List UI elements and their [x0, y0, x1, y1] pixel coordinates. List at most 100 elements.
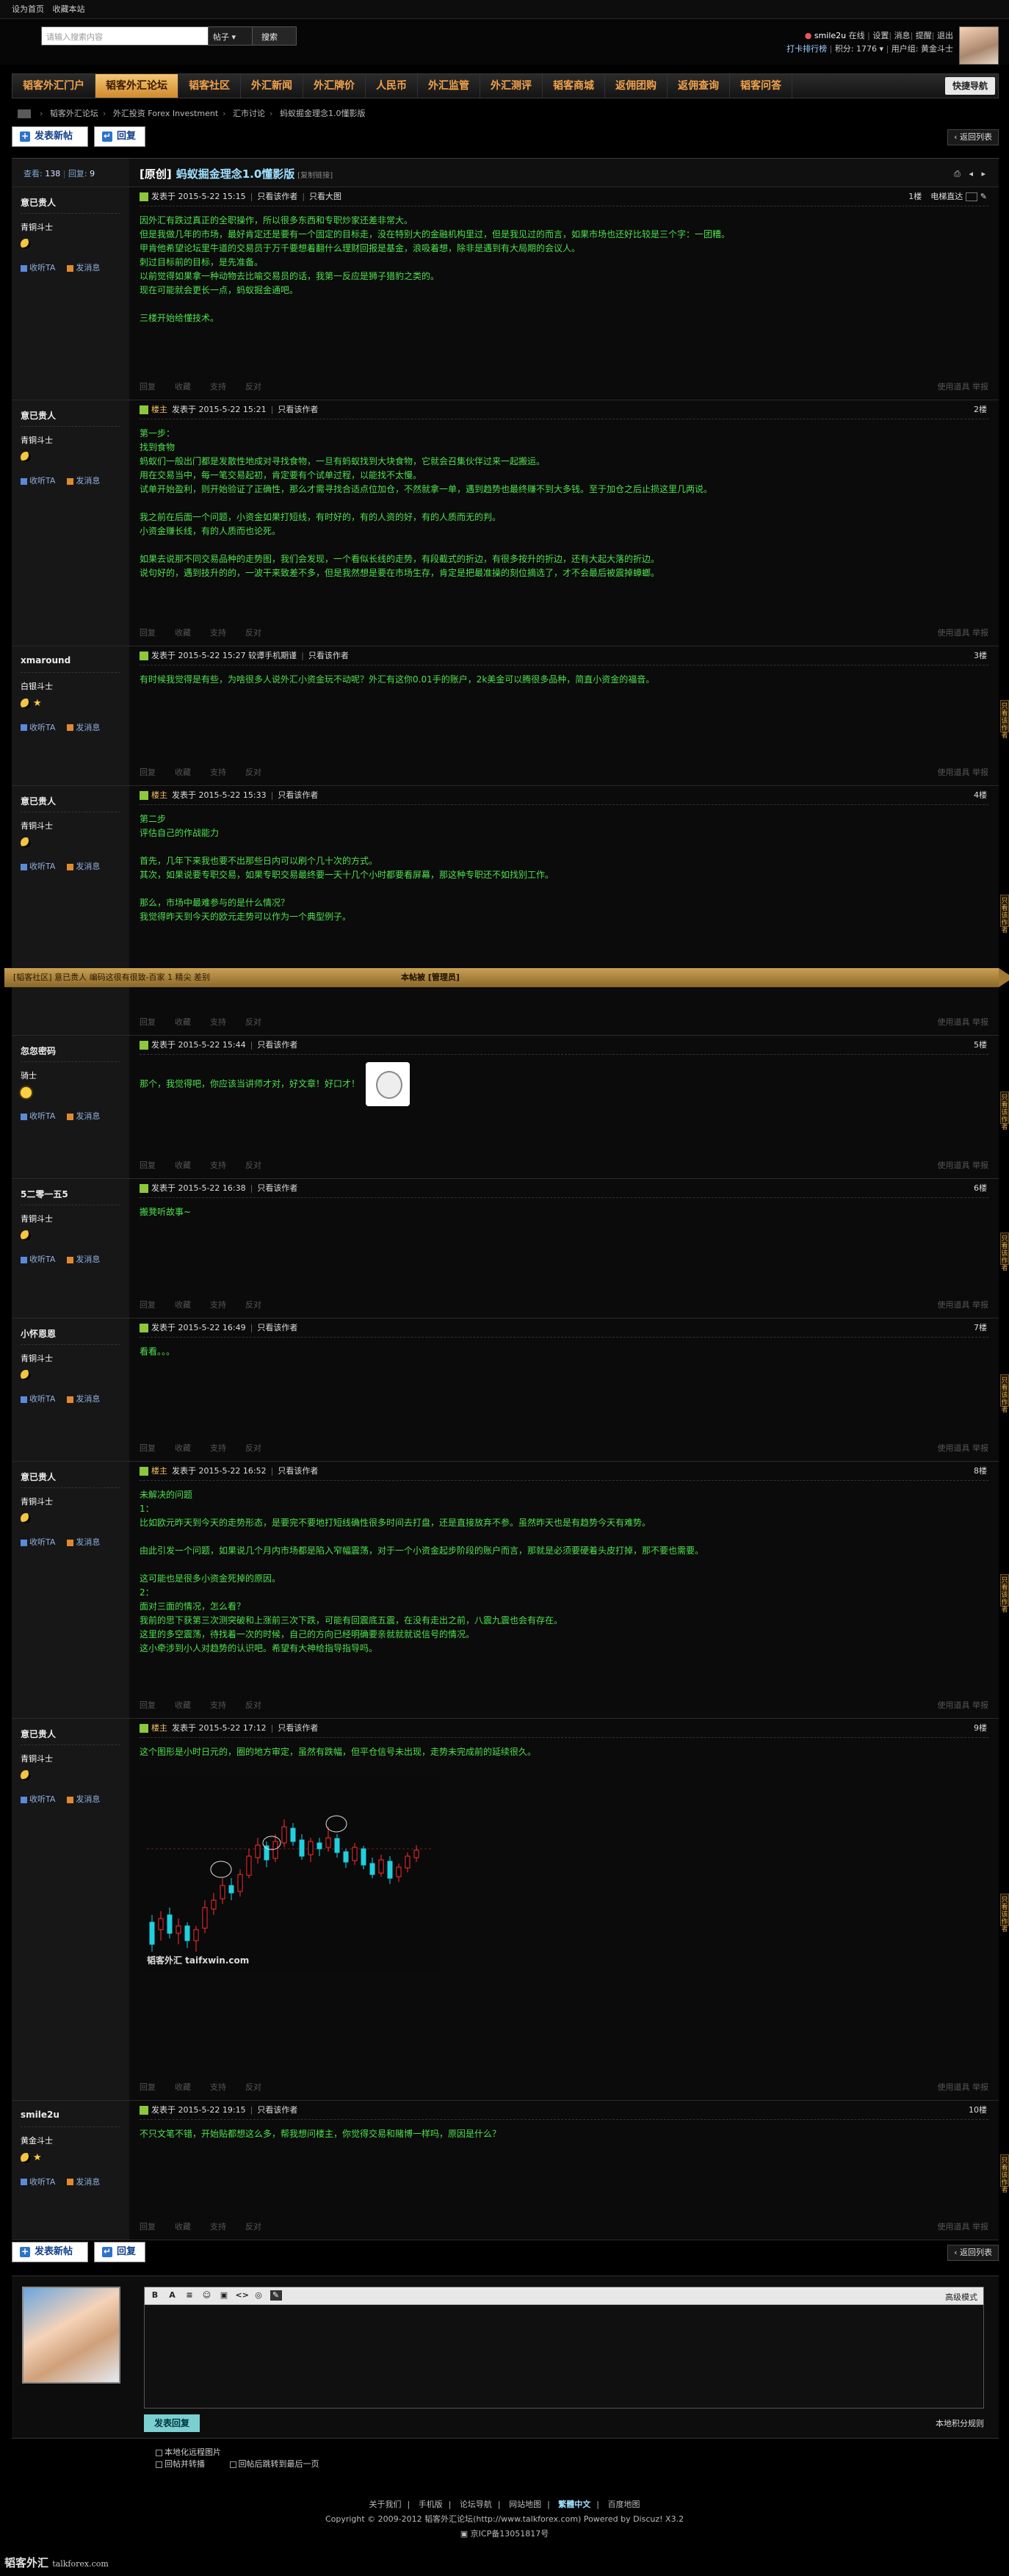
thread-prefix[interactable]: [原创]	[140, 167, 172, 181]
view-author-link[interactable]: 只看该作者	[278, 790, 318, 800]
align-icon[interactable]: ≡	[184, 2290, 195, 2301]
send-message-link[interactable]: 发消息	[67, 1794, 106, 1804]
add-friend-link[interactable]: 收听TA	[21, 1537, 61, 1547]
author-name[interactable]: xmaround	[21, 655, 120, 673]
nav-item-rates[interactable]: 外汇牌价	[303, 74, 366, 98]
new-post-button[interactable]: + 发表新帖	[12, 126, 88, 147]
post-action-link[interactable]: 支持	[210, 1443, 226, 1453]
floor-number[interactable]: 7楼	[974, 1318, 987, 1338]
post-action-link[interactable]: 反对	[245, 768, 261, 777]
nav-item-review[interactable]: 外汇测评	[480, 74, 543, 98]
copy-link[interactable]: [复制链接]	[297, 172, 333, 180]
post-action-link[interactable]: 反对	[245, 1700, 261, 1710]
use-tool-link[interactable]: 使用道具	[938, 1443, 970, 1453]
post-action-link[interactable]: 支持	[210, 1017, 226, 1027]
author-name[interactable]: 意已贵人	[21, 795, 120, 812]
floor-number[interactable]: 4楼	[974, 786, 987, 805]
post-action-link[interactable]: 支持	[210, 1161, 226, 1170]
add-friend-link[interactable]: 收听TA	[21, 1111, 61, 1121]
post-action-link[interactable]: 支持	[210, 628, 226, 638]
post-action-link[interactable]: 支持	[210, 768, 226, 777]
reply-button-bottom[interactable]: ↵ 回复	[94, 2242, 145, 2262]
post-action-link[interactable]: 反对	[245, 2222, 261, 2232]
report-link[interactable]: 举报	[972, 382, 988, 392]
use-tool-link[interactable]: 使用道具	[938, 628, 970, 638]
breadcrumb-thread[interactable]: 蚂蚁掘金理念1.0懂影版	[280, 109, 366, 118]
use-tool-link[interactable]: 使用道具	[938, 1700, 970, 1710]
floor-number[interactable]: 1楼 电梯直达 ✎	[908, 187, 987, 206]
nav-item-news[interactable]: 外汇新闻	[241, 74, 303, 98]
bookmark-link[interactable]: 收藏本站	[53, 4, 85, 14]
nav-item-rebate-query[interactable]: 返佣查询	[668, 74, 730, 98]
send-message-link[interactable]: 发消息	[67, 263, 106, 273]
footer-nav[interactable]: 论坛导航	[460, 2500, 492, 2509]
post-action-link[interactable]: 回复	[140, 768, 156, 777]
post-action-link[interactable]: 反对	[245, 1443, 261, 1453]
points-value[interactable]: 1776	[856, 44, 877, 54]
view-author-link[interactable]: 只看该作者	[257, 1183, 297, 1193]
view-author-link[interactable]: 只看该作者	[257, 192, 297, 201]
pen-icon[interactable]: ✎	[977, 192, 987, 201]
report-link[interactable]: 举报	[972, 2222, 988, 2232]
add-friend-link[interactable]: 收听TA	[21, 723, 61, 732]
post-action-link[interactable]: 回复	[140, 1161, 156, 1170]
post-action-link[interactable]: 回复	[140, 1443, 156, 1453]
view-author-link[interactable]: 只看该作者	[278, 1723, 318, 1733]
post-action-link[interactable]: 回复	[140, 1017, 156, 1027]
user-avatar[interactable]	[959, 26, 999, 65]
bold-icon[interactable]: B	[149, 2290, 161, 2301]
nav-item-regulation[interactable]: 外汇监管	[418, 74, 480, 98]
author-name[interactable]: 5二零一五5	[21, 1188, 120, 1205]
view-author-side-tab[interactable]: 只看该作者	[1000, 895, 1009, 934]
post-action-link[interactable]: 收藏	[175, 628, 191, 638]
use-tool-link[interactable]: 使用道具	[938, 768, 970, 777]
advanced-mode-link[interactable]: 高级模式	[945, 2291, 977, 2303]
send-message-link[interactable]: 发消息	[67, 1255, 106, 1264]
post-action-link[interactable]: 收藏	[175, 1017, 191, 1027]
floor-number[interactable]: 6楼	[974, 1179, 987, 1198]
view-author-side-tab[interactable]: 只看该作者	[1000, 2154, 1009, 2194]
post-action-link[interactable]: 回复	[140, 2222, 156, 2232]
report-link[interactable]: 举报	[972, 1300, 988, 1310]
footer-mobile[interactable]: 手机版	[419, 2500, 443, 2509]
send-message-link[interactable]: 发消息	[67, 476, 106, 486]
view-author-side-tab[interactable]: 只看该作者	[1000, 1374, 1009, 1414]
search-button[interactable]: 搜索	[253, 26, 297, 46]
view-author-side-tab[interactable]: 只看该作者	[1000, 1233, 1009, 1272]
use-tool-link[interactable]: 使用道具	[938, 1017, 970, 1027]
logout-link[interactable]: 退出	[937, 31, 953, 40]
elevator-link[interactable]: 电梯直达	[930, 192, 963, 201]
nav-item-mall[interactable]: 韬客商城	[543, 74, 605, 98]
post-action-link[interactable]: 反对	[245, 1161, 261, 1170]
view-author-side-tab[interactable]: 只看该作者	[1000, 1091, 1009, 1131]
use-tool-link[interactable]: 使用道具	[938, 2222, 970, 2232]
breadcrumb-board[interactable]: 汇市讨论	[233, 109, 265, 118]
author-name[interactable]: 意已贵人	[21, 1471, 120, 1488]
send-message-link[interactable]: 发消息	[67, 2177, 106, 2187]
quick-nav-button[interactable]: 快捷导航	[944, 77, 995, 95]
nav-item-rebate-group[interactable]: 返佣团购	[605, 74, 668, 98]
view-author-link[interactable]: 只看该作者	[257, 1323, 297, 1332]
points-rules-link[interactable]: 本地积分规则	[936, 2417, 984, 2429]
send-message-link[interactable]: 发消息	[67, 723, 106, 732]
report-link[interactable]: 举报	[972, 2082, 988, 2092]
add-friend-link[interactable]: 收听TA	[21, 862, 61, 871]
settings-link[interactable]: 设置	[872, 31, 889, 40]
post-action-link[interactable]: 收藏	[175, 1700, 191, 1710]
footer-traditional[interactable]: 繁體中文	[558, 2500, 590, 2509]
nav-item-forum[interactable]: 韬客外汇论坛	[95, 74, 178, 98]
view-large-link[interactable]: 只看大图	[309, 192, 341, 201]
floor-number[interactable]: 10楼	[969, 2101, 987, 2120]
view-author-link[interactable]: 只看该作者	[278, 405, 318, 414]
breadcrumb-forum[interactable]: 韬客外汇论坛	[50, 109, 98, 118]
author-name[interactable]: 意已贵人	[21, 196, 120, 214]
post-action-link[interactable]: 支持	[210, 1700, 226, 1710]
view-author-link[interactable]: 只看该作者	[257, 2105, 297, 2115]
post-action-link[interactable]: 回复	[140, 1300, 156, 1310]
floor-number[interactable]: 3楼	[974, 646, 987, 665]
post-action-link[interactable]: 支持	[210, 1300, 226, 1310]
view-author-link[interactable]: 只看该作者	[278, 1466, 318, 1476]
post-action-link[interactable]: 反对	[245, 1017, 261, 1027]
post-action-link[interactable]: 支持	[210, 2222, 226, 2232]
post-action-link[interactable]: 收藏	[175, 2222, 191, 2232]
